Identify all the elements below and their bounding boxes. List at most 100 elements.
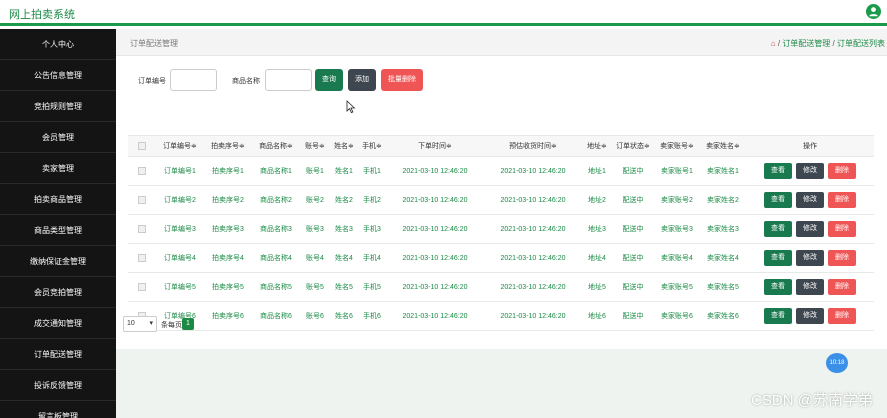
table-cell: 订单编号5: [164, 284, 196, 291]
sidebar-item-member-bids[interactable]: 会员竞拍管理: [0, 277, 116, 308]
view-button[interactable]: 查看: [764, 308, 792, 324]
table-cell: 卖家账号1: [661, 168, 693, 175]
breadcrumb-link-order-delivery-list[interactable]: 订单配送列表: [837, 39, 885, 48]
delete-button[interactable]: 删除: [828, 250, 856, 266]
column-header[interactable]: 姓名≑: [330, 136, 358, 156]
column-header[interactable]: 订单状态≑: [612, 136, 654, 156]
edit-button[interactable]: 修改: [796, 279, 824, 295]
edit-button[interactable]: 修改: [796, 163, 824, 179]
page-size-select[interactable]: 10 ▾: [123, 316, 157, 332]
table-row: 订单编号2 拍卖序号2 商品名称2 账号2 姓名2 手机2 2021-03-10 12:46…: [128, 186, 874, 215]
table-row: 订单编号5 拍卖序号5 商品名称5 账号5 姓名5 手机5 2021-03-10 12:46…: [128, 273, 874, 302]
table-cell: 地址3: [588, 226, 606, 233]
table-cell: 拍卖序号6: [212, 313, 244, 320]
table-cell: 2021-03-10 12:46:20: [500, 225, 566, 233]
order-no-input[interactable]: [170, 69, 217, 91]
table-cell: 2021-03-10 12:46:20: [500, 196, 566, 204]
view-button[interactable]: 查看: [764, 250, 792, 266]
table-row: 订单编号3 拍卖序号3 商品名称3 账号3 姓名3 手机3 2021-03-10 12:46…: [128, 215, 874, 244]
delete-button[interactable]: 删除: [828, 279, 856, 295]
table-cell: 配送中: [622, 313, 644, 320]
table-row: 订单编号4 拍卖序号4 商品名称4 账号4 姓名4 手机4 2021-03-10 12:46…: [128, 244, 874, 273]
query-button[interactable]: 查询: [315, 69, 343, 91]
table-cell: 姓名1: [335, 168, 353, 175]
column-header[interactable]: 下单时间≑: [386, 136, 484, 156]
table-cell: 账号5: [306, 284, 324, 291]
edit-button[interactable]: 修改: [796, 192, 824, 208]
column-header[interactable]: 拍卖序号≑: [204, 136, 252, 156]
table-cell: 2021-03-10 12:46:20: [500, 254, 566, 262]
row-checkbox[interactable]: [138, 254, 146, 262]
column-header[interactable]: 账号≑: [300, 136, 330, 156]
home-icon[interactable]: ⌂: [771, 39, 776, 48]
search-form: 订单编号 商品名称 查询 添加 批量删除: [116, 69, 887, 91]
column-header: 操作: [803, 143, 817, 150]
table-cell: 配送中: [622, 168, 644, 175]
row-checkbox[interactable]: [138, 283, 146, 291]
table-cell: 手机6: [363, 313, 381, 320]
sidebar-item-complaints[interactable]: 投诉反馈管理: [0, 370, 116, 401]
sidebar-item-announcements[interactable]: 公告信息管理: [0, 60, 116, 91]
edit-button[interactable]: 修改: [796, 308, 824, 324]
breadcrumb-link-order-delivery[interactable]: 订单配送管理: [782, 39, 830, 48]
select-all-checkbox[interactable]: [138, 142, 146, 150]
column-header[interactable]: 手机≑: [358, 136, 386, 156]
batch-delete-button[interactable]: 批量删除: [381, 69, 423, 91]
product-name-input[interactable]: [265, 69, 312, 91]
table-cell: 商品名称3: [260, 226, 292, 233]
table-cell: 2021-03-10 12:46:20: [402, 312, 468, 320]
row-checkbox[interactable]: [138, 196, 146, 204]
sidebar-item-personal-center[interactable]: 个人中心: [0, 29, 116, 60]
sidebar-item-product-types[interactable]: 商品类型管理: [0, 215, 116, 246]
column-header[interactable]: 地址≑: [582, 136, 612, 156]
table-cell: 姓名3: [335, 226, 353, 233]
table-cell: 地址5: [588, 284, 606, 291]
sidebar-item-message-board[interactable]: 留言板管理: [0, 401, 116, 418]
edit-button[interactable]: 修改: [796, 221, 824, 237]
table-cell: 手机4: [363, 255, 381, 262]
product-name-label: 商品名称: [232, 78, 260, 85]
view-button[interactable]: 查看: [764, 279, 792, 295]
column-header[interactable]: 卖家账号≑: [654, 136, 700, 156]
column-header[interactable]: 商品名称≑: [252, 136, 300, 156]
view-button[interactable]: 查看: [764, 192, 792, 208]
user-avatar-icon[interactable]: [866, 4, 881, 19]
sidebar-item-deal-notices[interactable]: 成交通知管理: [0, 308, 116, 339]
table-cell: 地址6: [588, 313, 606, 320]
row-select-cell: [128, 244, 156, 272]
sidebar-item-auction-products[interactable]: 拍卖商品管理: [0, 184, 116, 215]
sidebar-item-order-delivery[interactable]: 订单配送管理: [0, 339, 116, 370]
table-cell: 配送中: [622, 255, 644, 262]
table-cell: 账号3: [306, 226, 324, 233]
row-select-cell: [128, 186, 156, 214]
page-number-button[interactable]: 1: [182, 318, 194, 330]
sidebar-item-sellers[interactable]: 卖家管理: [0, 153, 116, 184]
view-button[interactable]: 查看: [764, 163, 792, 179]
table-cell: 2021-03-10 12:46:20: [402, 167, 468, 175]
row-checkbox[interactable]: [138, 225, 146, 233]
select-all-cell: [128, 136, 156, 156]
table-cell: 姓名4: [335, 255, 353, 262]
column-header[interactable]: 卖家姓名≑: [700, 136, 746, 156]
column-header[interactable]: 预估收货时间≑: [484, 136, 582, 156]
edit-button[interactable]: 修改: [796, 250, 824, 266]
sidebar-item-deposits[interactable]: 缴纳保证金管理: [0, 246, 116, 277]
column-header[interactable]: 订单编号≑: [156, 136, 204, 156]
table-cell: 拍卖序号1: [212, 168, 244, 175]
sidebar-item-auction-rules[interactable]: 竞拍规则管理: [0, 91, 116, 122]
table-cell: 2021-03-10 12:46:20: [402, 283, 468, 291]
delete-button[interactable]: 删除: [828, 221, 856, 237]
delete-button[interactable]: 删除: [828, 163, 856, 179]
delete-button[interactable]: 删除: [828, 308, 856, 324]
order-no-label: 订单编号: [138, 78, 166, 85]
sidebar: 个人中心 公告信息管理 竞拍规则管理 会员管理 卖家管理 拍卖商品管理 商品类型…: [0, 29, 116, 418]
row-checkbox[interactable]: [138, 167, 146, 175]
view-button[interactable]: 查看: [764, 221, 792, 237]
sidebar-item-members[interactable]: 会员管理: [0, 122, 116, 153]
table-cell: 拍卖序号3: [212, 226, 244, 233]
floating-time-badge[interactable]: 10:18: [826, 353, 848, 373]
table-cell: 手机1: [363, 168, 381, 175]
mouse-cursor-icon: [346, 100, 356, 114]
add-button[interactable]: 添加: [348, 69, 376, 91]
delete-button[interactable]: 删除: [828, 192, 856, 208]
